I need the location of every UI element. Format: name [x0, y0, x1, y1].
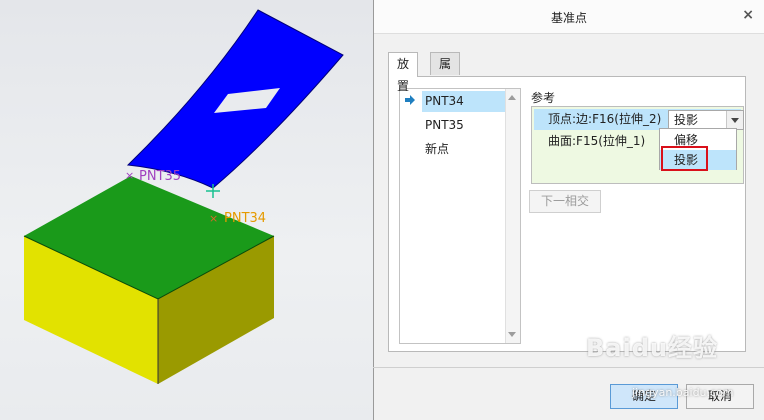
list-item-pnt35[interactable]: PNT35: [422, 115, 508, 136]
list-scrollbar[interactable]: [505, 89, 520, 343]
references-label: 参考: [531, 91, 556, 105]
option-offset[interactable]: 偏移: [660, 130, 736, 150]
watermark: Baidu经验: [586, 334, 718, 362]
tab-properties[interactable]: 属性: [430, 52, 461, 93]
footer-divider: [373, 367, 764, 368]
close-icon[interactable]: ×: [742, 7, 754, 23]
pnt34-label: PNT34: [224, 211, 266, 226]
dialog-titlebar: 基准点 ×: [374, 0, 764, 34]
chevron-down-icon[interactable]: [726, 111, 743, 129]
constraint-select[interactable]: 投影: [668, 110, 744, 130]
pnt35-label: PNT35: [139, 169, 181, 184]
watermark-url: jingyan.baidu.com: [632, 386, 734, 399]
placement-panel: PNT34 PNT35 新点 参考 顶点:边:F16(拉伸_2) 投影 曲面:F…: [388, 76, 746, 352]
list-item-new-point[interactable]: 新点: [422, 139, 508, 160]
dialog-title: 基准点: [550, 11, 587, 25]
constraint-value: 投影: [674, 113, 699, 127]
reference-row[interactable]: 顶点:边:F16(拉伸_2) 投影: [534, 109, 744, 130]
constraint-dropdown: 偏移 投影: [659, 128, 737, 170]
pnt35-marker: ×: [125, 169, 134, 182]
tab-placement[interactable]: 放置: [388, 52, 419, 93]
scroll-up-icon[interactable]: [508, 95, 516, 100]
pnt34-marker: ×: [209, 212, 218, 225]
scroll-down-icon[interactable]: [508, 332, 516, 337]
reference-text: 顶点:边:F16(拉伸_2): [548, 112, 662, 126]
option-project[interactable]: 投影: [660, 150, 736, 170]
reference-text: 曲面:F15(拉伸_1): [548, 134, 646, 148]
next-intersection-button: 下一相交: [529, 190, 601, 213]
points-list: PNT34 PNT35 新点: [399, 88, 521, 344]
list-item-pnt34[interactable]: PNT34: [422, 91, 508, 112]
model-graphics: × × PNT35 PNT34: [23, 9, 344, 384]
model-viewport[interactable]: × × PNT35 PNT34: [0, 0, 373, 420]
